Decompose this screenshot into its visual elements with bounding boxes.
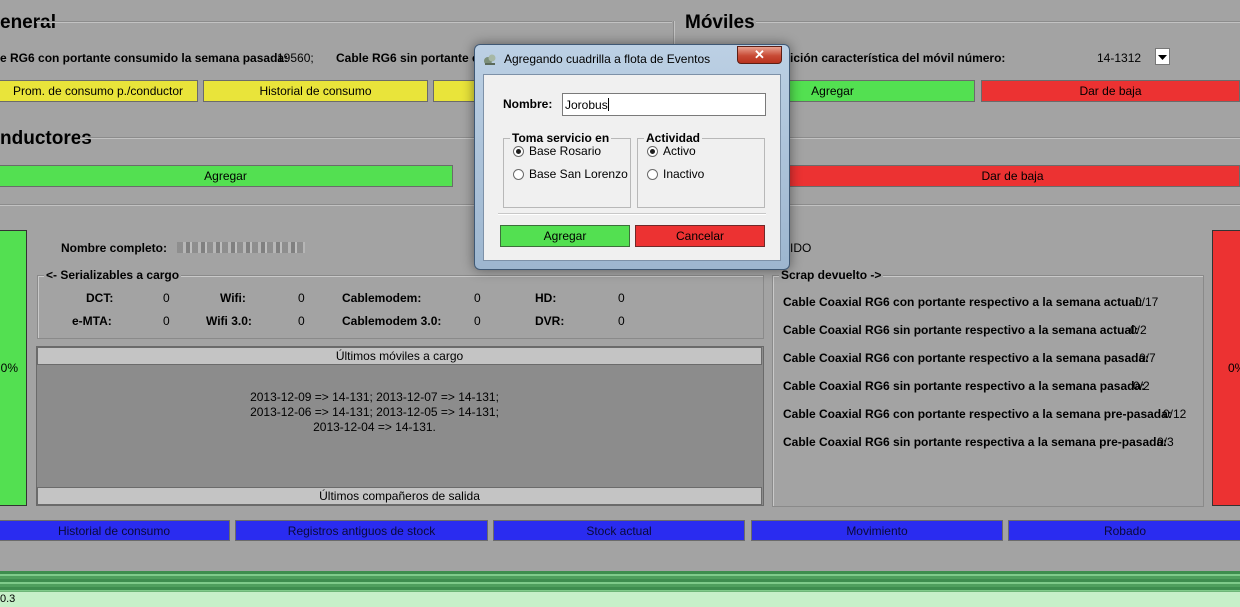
add-crew-dialog: Agregando cuadrilla a flota de Eventos ✕…: [474, 44, 790, 270]
scrap-row-label: Cable Coaxial RG6 sin portante respectiv…: [783, 323, 1139, 337]
moviles-title: Móviles: [685, 12, 755, 33]
scrap-row-label: Cable Coaxial RG6 con portante respectiv…: [783, 295, 1143, 309]
wifi30-label: Wifi 3.0:: [206, 314, 252, 328]
wifi-value: 0: [298, 291, 305, 305]
status-bar: 0.3: [0, 591, 1240, 607]
ultimos-moviles-line: 2013-12-06 => 14-131; 2013-12-05 => 14-1…: [250, 405, 499, 419]
radio-inactivo-label[interactable]: Inactivo: [663, 167, 704, 181]
scrap-row-label: Cable Coaxial RG6 sin portante respectiv…: [783, 379, 1146, 393]
tab-historial-consumo[interactable]: Historial de consumo: [0, 520, 230, 541]
prom-consumo-button[interactable]: Prom. de consumo p./conductor: [0, 80, 198, 102]
nombre-completo-label: Nombre completo:: [61, 241, 168, 255]
cablemodem-value: 0: [474, 291, 481, 305]
radio-base-san-lorenzo[interactable]: [513, 169, 524, 180]
status-progress-bar: [0, 571, 1240, 591]
close-icon[interactable]: ✕: [737, 46, 782, 64]
cable-sin-label: Cable RG6 sin portante co: [336, 51, 487, 65]
cable-con-label: e RG6 con portante consumido la semana p…: [0, 51, 289, 65]
hd-label: HD:: [535, 291, 557, 305]
dct-label: DCT:: [86, 291, 114, 305]
nombre-completo-value: [177, 242, 305, 253]
serializables-title: <- Serializables a cargo: [44, 268, 182, 282]
conductor-add-button[interactable]: Agregar: [0, 165, 453, 187]
scrap-row-label: Cable Coaxial RG6 con portante respectiv…: [783, 351, 1150, 365]
tab-movimiento[interactable]: Movimiento: [751, 520, 1003, 541]
right-gauge-text: 0%: [1228, 361, 1240, 375]
scrap-row-label: Cable Coaxial RG6 con portante respectiv…: [783, 407, 1172, 421]
crew-name-value: Jorobus: [565, 97, 608, 112]
status-fragment: IDO: [790, 241, 812, 255]
emta-label: e-MTA:: [72, 314, 112, 328]
serializables-group: <- Serializables a cargo: [37, 268, 764, 339]
app-icon: [483, 53, 497, 67]
scrap-row-value: 0/3: [1157, 435, 1174, 449]
scrap-row-value: 0/12: [1163, 407, 1187, 421]
left-gauge-text: 0%: [0, 361, 18, 375]
radio-activo-label[interactable]: Activo: [663, 144, 696, 158]
ultimos-moviles-line: 2013-12-04 => 14-131.: [313, 420, 436, 434]
cablemodem-label: Cablemodem:: [342, 291, 422, 305]
general-title: eneral: [0, 12, 56, 33]
movil-select-value[interactable]: 14-1312: [1097, 51, 1141, 65]
dialog-name-label: Nombre:: [503, 97, 553, 111]
ultimos-companeros-header[interactable]: Últimos compañeros de salida: [37, 487, 762, 505]
ultimos-moviles-header[interactable]: Últimos móviles a cargo: [37, 347, 762, 365]
text-cursor-icon: [607, 98, 609, 111]
radio-base-san-lorenzo-label[interactable]: Base San Lorenzo: [529, 167, 628, 181]
toma-servicio-title: Toma servicio en: [510, 131, 612, 145]
radio-activo[interactable]: [647, 146, 658, 157]
tab-robado[interactable]: Robado: [1008, 520, 1240, 541]
dvr-value: 0: [618, 314, 625, 328]
radio-inactivo[interactable]: [647, 169, 658, 180]
scrap-row-value: 0/7: [1139, 351, 1156, 365]
wifi30-value: 0: [298, 314, 305, 328]
scrap-row-value: 0/2: [1133, 379, 1150, 393]
dialog-cancel-button[interactable]: Cancelar: [635, 225, 765, 247]
conductor-remove-button[interactable]: Dar de baja: [785, 165, 1240, 187]
crew-name-input[interactable]: Jorobus: [562, 93, 766, 116]
scrap-row-label: Cable Coaxial RG6 sin portante respectiv…: [783, 435, 1168, 449]
dialog-separator: [498, 213, 766, 215]
ultimos-moviles-line: 2013-12-09 => 14-131; 2013-12-07 => 14-1…: [250, 390, 499, 404]
dialog-body: Nombre: Jorobus Toma servicio en Base Ro…: [483, 74, 781, 261]
tab-registros-antiguos[interactable]: Registros antiguos de stock: [235, 520, 488, 541]
scrap-row-value: 0/17: [1135, 295, 1159, 309]
dvr-label: DVR:: [535, 314, 565, 328]
moviles-divider: [756, 21, 1240, 23]
conductores-title: nductores: [0, 128, 92, 149]
right-gauge: 0%: [1212, 230, 1240, 506]
hd-value: 0: [618, 291, 625, 305]
dct-value: 0: [163, 291, 170, 305]
dialog-add-button[interactable]: Agregar: [500, 225, 630, 247]
scrap-row-value: 0/2: [1130, 323, 1147, 337]
radio-base-rosario[interactable]: [513, 146, 524, 157]
status-text: 0.3: [0, 593, 16, 605]
cable-con-value: 19560;: [277, 51, 314, 65]
dialog-title: Agregando cuadrilla a flota de Eventos: [504, 52, 711, 66]
left-gauge: 0%: [0, 230, 27, 506]
historial-consumo-button[interactable]: Historial de consumo: [203, 80, 428, 102]
emta-value: 0: [163, 314, 170, 328]
tab-stock-actual[interactable]: Stock actual: [493, 520, 745, 541]
chevron-down-icon[interactable]: [1155, 48, 1170, 65]
cablemodem30-label: Cablemodem 3.0:: [342, 314, 442, 328]
general-divider: [36, 21, 672, 23]
actividad-title: Actividad: [644, 131, 703, 145]
scrap-title: Scrap devuelto ->: [779, 268, 884, 282]
wifi-label: Wifi:: [220, 291, 246, 305]
cablemodem30-value: 0: [474, 314, 481, 328]
movil-remove-button[interactable]: Dar de baja: [981, 80, 1240, 102]
ultimos-moviles-text: 2013-12-09 => 14-131; 2013-12-07 => 14-1…: [37, 390, 762, 435]
radio-base-rosario-label[interactable]: Base Rosario: [529, 144, 601, 158]
movil-select-label: ición característica del móvil número:: [790, 51, 1006, 65]
